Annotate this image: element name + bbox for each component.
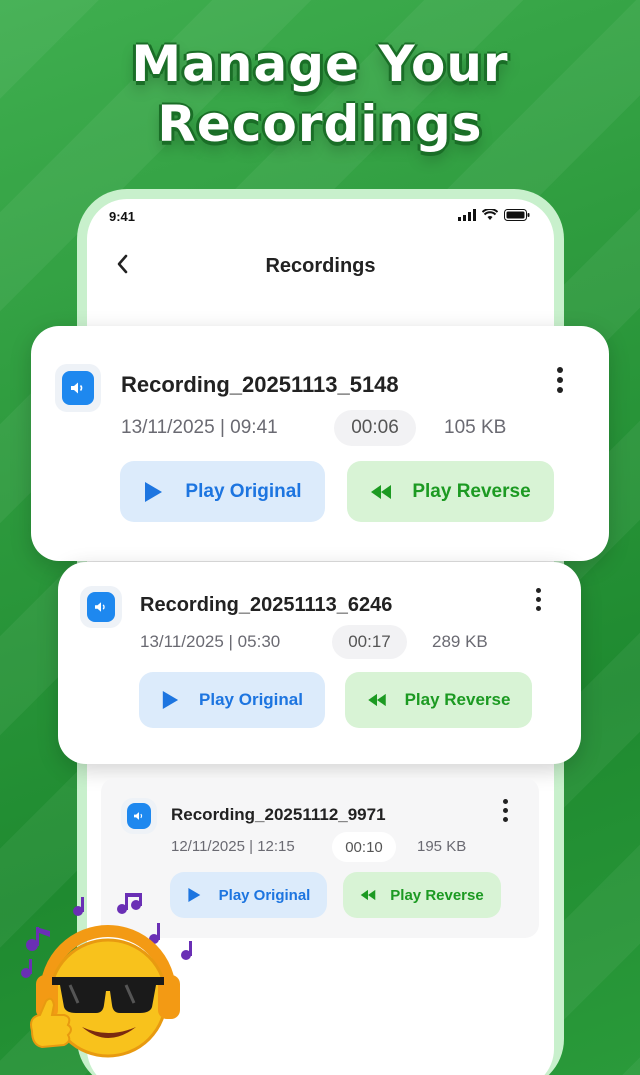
recording-date: 13/11/2025 | 09:41 xyxy=(121,417,278,438)
more-options-button[interactable] xyxy=(500,799,510,822)
audio-file-icon xyxy=(55,364,101,412)
speaker-icon xyxy=(71,382,83,394)
audio-file-icon xyxy=(80,586,122,628)
recording-name: Recording_20251113_6246 xyxy=(140,594,393,616)
recording-date: 13/11/2025 | 05:30 xyxy=(140,632,281,651)
rewind-icon xyxy=(367,693,386,707)
page-title: Recordings xyxy=(265,255,376,277)
file-size: 195 KB xyxy=(417,838,467,855)
play-original-button[interactable]: Play Original xyxy=(139,672,325,728)
status-icons xyxy=(458,209,530,221)
play-icon xyxy=(162,691,179,709)
play-reverse-button[interactable]: Play Reverse xyxy=(347,461,554,522)
duration-badge: 00:17 xyxy=(332,625,407,659)
rewind-icon xyxy=(371,484,392,499)
recording-card[interactable]: Recording_20251113_5148 13/11/2025 | 09:… xyxy=(31,326,609,561)
status-time: 9:41 xyxy=(109,209,136,224)
play-original-button[interactable]: Play Original xyxy=(120,461,325,522)
recording-date: 12/11/2025 | 12:15 xyxy=(171,838,295,855)
duration-badge: 00:06 xyxy=(334,410,416,446)
rewind-icon xyxy=(361,889,376,901)
more-options-button[interactable] xyxy=(532,588,544,611)
recording-name: Recording_20251112_9971 xyxy=(171,805,386,824)
headline: Manage Your Recordings xyxy=(0,34,640,154)
mascot-emoji-icon xyxy=(21,893,192,1058)
audio-file-icon xyxy=(121,798,157,834)
headline-line-1: Manage Your xyxy=(131,35,509,93)
speaker-icon xyxy=(134,812,143,820)
duration-badge: 00:10 xyxy=(332,832,396,862)
file-size: 289 KB xyxy=(432,632,488,651)
play-icon xyxy=(145,481,163,502)
signal-icon xyxy=(458,209,476,221)
recording-name: Recording_20251113_5148 xyxy=(121,372,399,397)
play-reverse-button[interactable]: Play Reverse xyxy=(345,672,532,728)
battery-icon xyxy=(504,209,530,221)
recording-card[interactable]: Recording_20251113_6246 13/11/2025 | 05:… xyxy=(58,562,581,764)
speaker-icon xyxy=(95,602,105,612)
file-size: 105 KB xyxy=(444,417,507,438)
more-options-button[interactable] xyxy=(553,367,567,393)
play-reverse-button[interactable]: Play Reverse xyxy=(343,872,501,918)
headline-line-2: Recordings xyxy=(157,95,483,153)
wifi-icon xyxy=(482,209,498,220)
